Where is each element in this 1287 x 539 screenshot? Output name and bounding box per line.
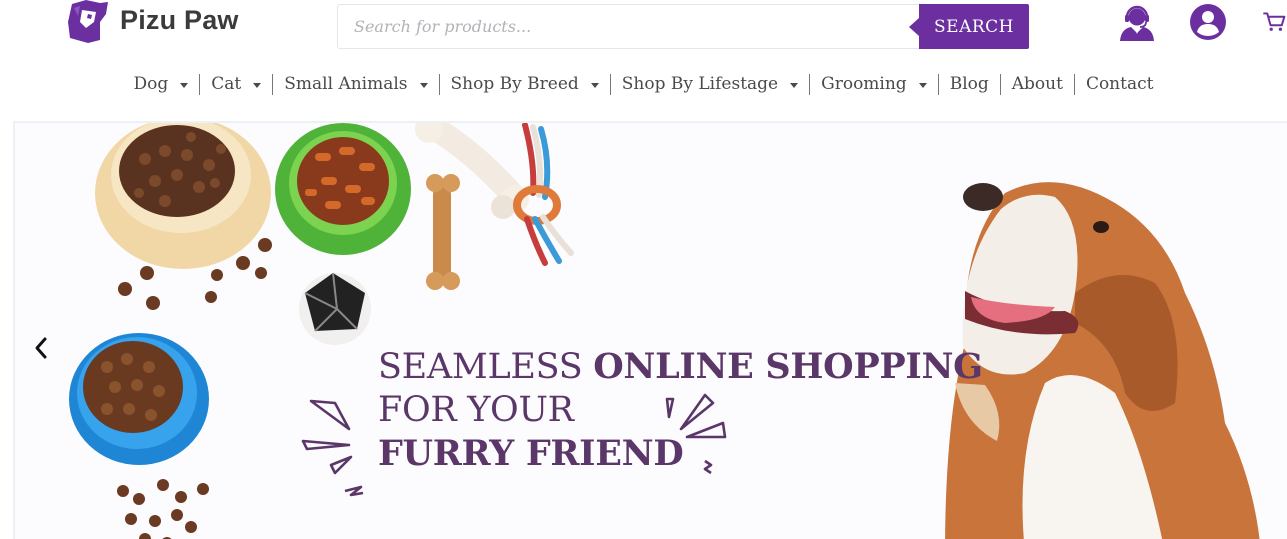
- customer-support-button[interactable]: [1117, 2, 1157, 42]
- caret-down-icon: [918, 82, 927, 88]
- nav-item-label: Small Animals: [284, 74, 408, 94]
- nav-item-label: Blog: [949, 74, 989, 94]
- search-bar: SEARCH: [337, 4, 1029, 49]
- nav-item-label: Cat: [211, 74, 242, 94]
- hero-headline: SEAMLESS ONLINE SHOPPING FOR YOUR FURRY …: [378, 345, 983, 475]
- brand-name: Pizu Paw: [120, 4, 239, 35]
- account-button[interactable]: [1188, 2, 1228, 42]
- account-icon: [1190, 4, 1226, 40]
- brand-logo[interactable]: Pizu Paw: [66, 0, 239, 44]
- headline-light-text: SEAMLESS: [378, 347, 594, 387]
- main-nav: Dog Cat Small Animals Shop By Breed Shop…: [0, 70, 1287, 98]
- search-input[interactable]: [337, 4, 919, 49]
- dog-logo-icon: [68, 0, 108, 43]
- nav-item-shop-by-lifestage[interactable]: Shop By Lifestage: [611, 74, 809, 94]
- nav-item-label: Contact: [1085, 74, 1154, 94]
- blue-food-bowl: [69, 333, 209, 465]
- headline-bold-text: ONLINE SHOPPING: [593, 346, 983, 387]
- nav-item-small-animals[interactable]: Small Animals: [273, 74, 438, 94]
- nav-item-cat[interactable]: Cat: [200, 74, 272, 94]
- headline-line-2: FOR YOUR: [378, 390, 574, 430]
- nav-item-about[interactable]: About: [1001, 74, 1074, 94]
- hero-illustration: [69, 123, 1260, 539]
- cart-icon: [1263, 12, 1286, 31]
- slider-prev-button[interactable]: [31, 335, 51, 361]
- nav-item-dog[interactable]: Dog: [123, 74, 200, 94]
- cart-button[interactable]: [1262, 2, 1287, 42]
- green-food-bowl: [275, 123, 411, 255]
- nav-item-shop-by-breed[interactable]: Shop By Breed: [440, 74, 610, 94]
- nav-item-label: Shop By Breed: [450, 74, 579, 94]
- bone-stick-treat: [426, 174, 460, 290]
- white-bone-chew: [415, 123, 529, 219]
- nav-item-contact[interactable]: Contact: [1075, 74, 1165, 94]
- nav-item-blog[interactable]: Blog: [939, 74, 1000, 94]
- caret-down-icon: [180, 82, 189, 88]
- beige-food-bowl: [95, 123, 271, 269]
- caret-down-icon: [790, 82, 799, 88]
- chevron-left-icon: [35, 337, 47, 359]
- caret-down-icon: [253, 82, 262, 88]
- nav-item-label: Grooming: [821, 74, 907, 94]
- hero-banner[interactable]: SEAMLESS ONLINE SHOPPING FOR YOUR FURRY …: [13, 121, 1287, 539]
- caret-down-icon: [419, 82, 428, 88]
- nav-item-label: Dog: [133, 74, 169, 94]
- nav-item-label: About: [1011, 74, 1063, 94]
- soccer-ball-toy: [299, 272, 371, 345]
- headset-support-icon: [1120, 5, 1154, 41]
- rope-toy: [513, 123, 574, 266]
- search-button[interactable]: SEARCH: [909, 4, 1029, 49]
- nav-item-label: Shop By Lifestage: [621, 74, 779, 94]
- beagle-dog-photo: [945, 182, 1260, 539]
- headline-line-3: FURRY FRIEND: [378, 433, 684, 474]
- caret-down-icon: [590, 82, 599, 88]
- headline-line-1: SEAMLESS ONLINE SHOPPING: [378, 345, 983, 389]
- nav-item-grooming[interactable]: Grooming: [810, 74, 938, 94]
